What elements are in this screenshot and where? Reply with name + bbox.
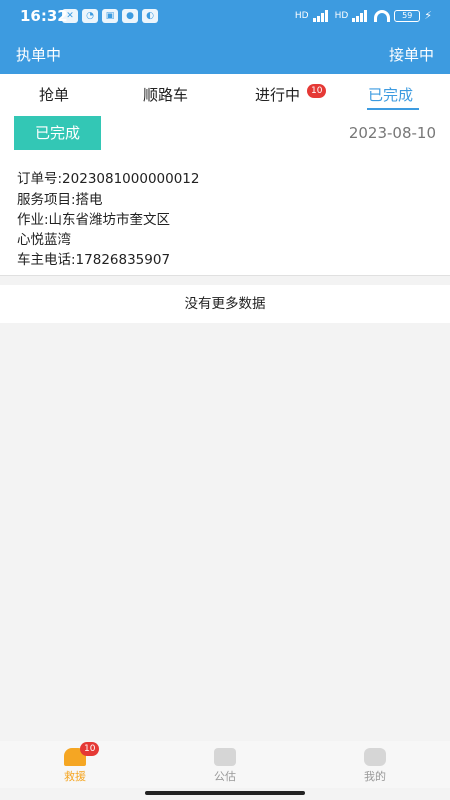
tab-completed[interactable]: 已完成: [368, 84, 413, 105]
service-item: 服务项目:搭电: [17, 192, 103, 208]
tab-on-the-way[interactable]: 顺路车: [143, 84, 188, 105]
signal-icon: [312, 9, 331, 22]
rescue-count-badge: 10: [80, 742, 100, 756]
app-icon: ◐: [142, 9, 158, 23]
tab-in-progress-label: 进行中: [255, 86, 301, 104]
bottom-navigation: 救援 10 公估 我的: [0, 741, 450, 788]
app-header: 执单中 接单中: [0, 32, 450, 74]
app-notification-icon: ▣: [102, 9, 118, 23]
nav-profile-label: 我的: [364, 770, 386, 783]
in-progress-count-badge: 10: [307, 84, 327, 98]
work-location-detail: 心悦蓝湾: [17, 232, 71, 248]
network-type-label: HD: [294, 10, 309, 21]
status-system-icons: HD HD 59 ⚡: [295, 9, 432, 22]
qq-icon: ●: [122, 9, 138, 23]
mute-icon: ✕: [62, 9, 78, 23]
nav-assessment[interactable]: 公估: [185, 741, 265, 784]
status-bar: 16:32 ✕ ◔ ▣ ● ◐ HD HD 59 ⚡: [0, 0, 450, 32]
nav-profile[interactable]: 我的: [335, 741, 415, 784]
tab-in-progress[interactable]: 进行中: [255, 84, 300, 105]
nav-rescue[interactable]: 救援: [35, 741, 115, 784]
nav-rescue-label: 救援: [64, 770, 86, 783]
status-time: 16:32: [20, 7, 68, 25]
owner-phone[interactable]: 车主电话:17826835907: [17, 248, 170, 268]
charging-icon: ⚡: [424, 9, 432, 22]
nav-assessment-label: 公估: [214, 770, 236, 783]
order-number: 订单号:2023081000000012: [17, 171, 200, 187]
signal-icon-2: [352, 9, 370, 22]
profile-icon: [364, 748, 386, 766]
order-card[interactable]: 已完成 2023-08-10 订单号:2023081000000012 服务项目…: [0, 112, 450, 276]
work-status-label[interactable]: 执单中: [16, 44, 61, 65]
list-end-message: 没有更多数据: [0, 285, 450, 323]
order-tabs: 抢单 顺路车 进行中 10 已完成: [0, 74, 450, 112]
network-type-label-2: HD: [334, 10, 349, 21]
accept-order-toggle[interactable]: 接单中: [389, 44, 434, 65]
wifi-icon: [374, 9, 391, 22]
assessment-icon: [214, 748, 236, 766]
status-notification-icons: ✕ ◔ ▣ ● ◐: [62, 9, 158, 23]
tab-grab-order[interactable]: 抢单: [39, 84, 69, 105]
order-status-badge: 已完成: [14, 116, 101, 150]
work-location: 作业:山东省潍坊市奎文区: [17, 212, 171, 228]
battery-icon: 59: [394, 9, 421, 22]
gesture-home-bar[interactable]: [145, 791, 305, 795]
order-date: 2023-08-10: [348, 124, 436, 142]
alarm-icon: ◔: [82, 9, 98, 23]
active-tab-indicator: [367, 108, 419, 110]
